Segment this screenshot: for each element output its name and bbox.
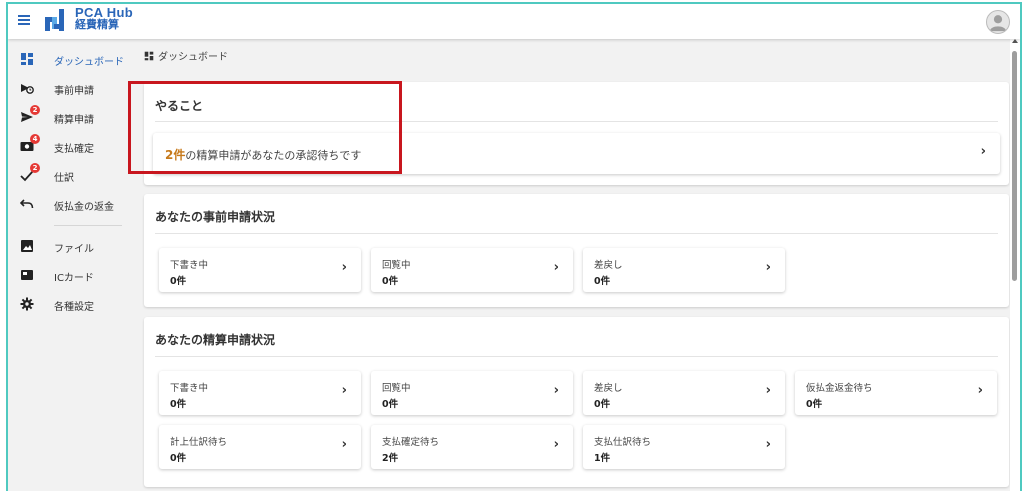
chevron-right-icon: › — [341, 383, 347, 398]
ic-card-icon — [21, 270, 33, 280]
chevron-right-icon: › — [980, 144, 986, 159]
sidebar-item-dashboard[interactable]: ダッシュボード — [8, 45, 132, 74]
tile-label: 計上仕訳待ち — [170, 437, 228, 448]
tile-value: 2件 — [382, 453, 399, 464]
divider — [155, 121, 998, 122]
vertical-scrollbar[interactable] — [1010, 39, 1020, 491]
tile-label: 差戻し — [594, 383, 623, 394]
todo-title: やること — [155, 99, 204, 113]
sidebar-item-label: ダッシュボード — [54, 57, 124, 68]
notification-badge: 4 — [30, 134, 40, 144]
status-tile-draft[interactable]: 下書き中 0件 › — [159, 371, 361, 415]
tile-label: 回覧中 — [382, 383, 411, 394]
sidebar-item-payment[interactable]: 4 支払確定 — [8, 132, 132, 161]
tile-label: 支払仕訳待ち — [594, 437, 652, 448]
status-tile-payment-confirm[interactable]: 支払確定待ち 2件 › — [371, 425, 573, 469]
tile-value: 0件 — [170, 276, 187, 287]
sidebar-item-settings[interactable]: 各種設定 — [8, 290, 132, 319]
status-tile-accrual-journal[interactable]: 計上仕訳待ち 0件 › — [159, 425, 361, 469]
undo-icon — [20, 199, 34, 209]
dashboard-icon — [144, 51, 154, 61]
pca-hub-logo — [45, 9, 64, 31]
chevron-right-icon: › — [765, 437, 771, 452]
pending-approval-row[interactable]: 2件の精算申請があなたの承認待ちです › — [153, 133, 1000, 174]
chevron-right-icon: › — [553, 383, 559, 398]
divider — [155, 233, 998, 234]
chevron-right-icon: › — [341, 437, 347, 452]
sidebar-item-label: 各種設定 — [54, 302, 94, 313]
tile-label: 仮払金返金待ち — [806, 383, 873, 394]
tile-value: 1件 — [594, 453, 611, 464]
sidebar-item-label: 仮払金の返金 — [54, 202, 114, 213]
chevron-right-icon: › — [553, 437, 559, 452]
sidebar-item-journal[interactable]: 2 仕訳 — [8, 161, 132, 190]
pre-status-title: あなたの事前申請状況 — [155, 210, 276, 224]
status-tile-draft[interactable]: 下書き中 0件 › — [159, 248, 361, 292]
divider — [155, 356, 998, 357]
breadcrumb-label: ダッシュボード — [158, 52, 228, 63]
dashboard-icon — [21, 53, 33, 65]
app-window: PCA Hub 経費精算 ダッシュボード 事前申請 2 精算申請 4 支払確定 — [6, 2, 1022, 491]
pre-application-status-card: あなたの事前申請状況 下書き中 0件 › 回覧中 0件 › 差戻し 0件 › — [144, 194, 1009, 307]
tile-value: 0件 — [382, 276, 399, 287]
todo-card: やること 2件の精算申請があなたの承認待ちです › — [144, 82, 1009, 185]
tile-value: 0件 — [806, 399, 823, 410]
tile-value: 0件 — [170, 453, 187, 464]
tile-value: 0件 — [594, 399, 611, 410]
settle-status-title: あなたの精算申請状況 — [155, 333, 276, 347]
app-header: PCA Hub 経費精算 — [8, 4, 1020, 39]
breadcrumb: ダッシュボード — [144, 48, 228, 63]
notification-badge: 2 — [30, 105, 40, 115]
chevron-right-icon: › — [977, 383, 983, 398]
status-tile-circulating[interactable]: 回覧中 0件 › — [371, 371, 573, 415]
sidebar-item-label: ICカード — [54, 273, 94, 284]
scrollbar-thumb[interactable] — [1012, 51, 1017, 281]
chevron-right-icon: › — [341, 260, 347, 275]
pending-approval-text: 2件の精算申請があなたの承認待ちです — [165, 146, 361, 163]
status-tile-payment-journal[interactable]: 支払仕訳待ち 1件 › — [583, 425, 785, 469]
sidebar-item-label: 支払確定 — [54, 144, 94, 155]
chevron-right-icon: › — [765, 260, 771, 275]
sidebar-item-settlement[interactable]: 2 精算申請 — [8, 103, 132, 132]
sidebar-item-label: 仕訳 — [54, 173, 74, 184]
sidebar-item-ic-card[interactable]: ICカード — [8, 261, 132, 290]
sidebar-item-advance-refund[interactable]: 仮払金の返金 — [8, 190, 132, 219]
menu-icon[interactable] — [18, 13, 30, 27]
status-tile-circulating[interactable]: 回覧中 0件 › — [371, 248, 573, 292]
tile-label: 下書き中 — [170, 383, 209, 394]
status-tile-advance-refund[interactable]: 仮払金返金待ち 0件 › — [795, 371, 997, 415]
pre-application-icon — [21, 84, 34, 94]
main-content: ダッシュボード やること 2件の精算申請があなたの承認待ちです › あなたの事前… — [132, 39, 1010, 491]
pending-count: 2件 — [165, 148, 186, 162]
sidebar: ダッシュボード 事前申請 2 精算申請 4 支払確定 2 仕訳 仮払金の返金 フ… — [8, 39, 132, 491]
tile-value: 0件 — [170, 399, 187, 410]
sidebar-item-label: 事前申請 — [54, 86, 94, 97]
settlement-status-card: あなたの精算申請状況 下書き中 0件 › 回覧中 0件 › 差戻し 0件 › 仮… — [144, 317, 1009, 487]
notification-badge: 2 — [30, 163, 40, 173]
sidebar-item-label: 精算申請 — [54, 115, 94, 126]
user-avatar-icon[interactable] — [986, 10, 1010, 34]
tile-value: 0件 — [382, 399, 399, 410]
chevron-right-icon: › — [553, 260, 559, 275]
tile-label: 支払確定待ち — [382, 437, 440, 448]
scroll-up-arrow-icon[interactable] — [1012, 39, 1018, 43]
pending-message: の精算申請があなたの承認待ちです — [185, 149, 362, 162]
image-file-icon — [21, 240, 33, 252]
status-tile-returned[interactable]: 差戻し 0件 › — [583, 248, 785, 292]
tile-label: 下書き中 — [170, 260, 209, 271]
tile-label: 回覧中 — [382, 260, 411, 271]
sidebar-item-files[interactable]: ファイル — [8, 232, 132, 261]
brand-product: 経費精算 — [75, 18, 119, 31]
sidebar-item-pre-application[interactable]: 事前申請 — [8, 74, 132, 103]
gear-icon — [20, 297, 34, 311]
tile-value: 0件 — [594, 276, 611, 287]
sidebar-divider — [54, 225, 122, 226]
brand: PCA Hub 経費精算 — [75, 6, 133, 31]
status-tile-returned[interactable]: 差戻し 0件 › — [583, 371, 785, 415]
sidebar-item-label: ファイル — [54, 244, 94, 255]
tile-label: 差戻し — [594, 260, 623, 271]
chevron-right-icon: › — [765, 383, 771, 398]
